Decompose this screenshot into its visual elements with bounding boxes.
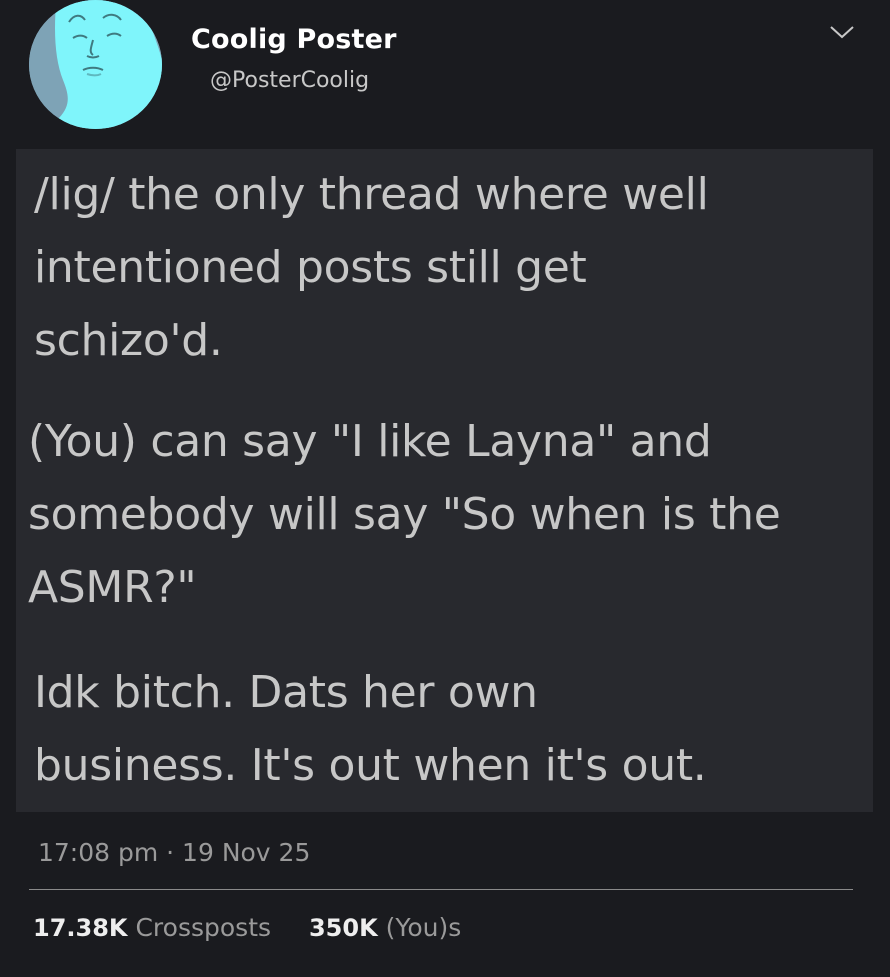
author-display-name[interactable]: Coolig Poster [191,24,397,55]
post-paragraph: (You) can say "I like Layna" and somebod… [28,405,781,624]
post-paragraph: Idk bitch. Dats her own business. It's o… [34,656,707,802]
post-line: ASMR?" [28,562,197,613]
divider [29,889,853,890]
post-line: somebody will say "So when is the [28,489,781,540]
crossposts-count: 17.38K [33,914,128,942]
yous-stat[interactable]: 350K (You)s [309,913,461,942]
post-line: (You) can say "I like Layna" and [28,416,712,467]
crossposts-stat[interactable]: 17.38K Crossposts [33,913,271,942]
post-line: /lig/ the only thread where well [34,169,709,220]
post-stats: 17.38K Crossposts 350K (You)s [33,913,461,942]
author-handle[interactable]: @PosterCoolig [210,68,369,93]
avatar-face-image [29,0,162,129]
post-timestamp[interactable]: 17:08 pm · 19 Nov 25 [38,838,310,867]
avatar[interactable] [29,0,162,129]
yous-count: 350K [308,914,378,942]
crossposts-label: Crossposts [135,913,272,942]
chevron-down-icon[interactable] [827,22,857,42]
post-line: schizo'd. [34,315,223,366]
post-paragraph: /lig/ the only thread where well intenti… [34,158,709,377]
post-line: intentioned posts still get [34,242,587,293]
post-line: business. It's out when it's out. [34,740,707,791]
post-line: Idk bitch. Dats her own [34,667,538,718]
yous-label: (You)s [385,913,462,942]
